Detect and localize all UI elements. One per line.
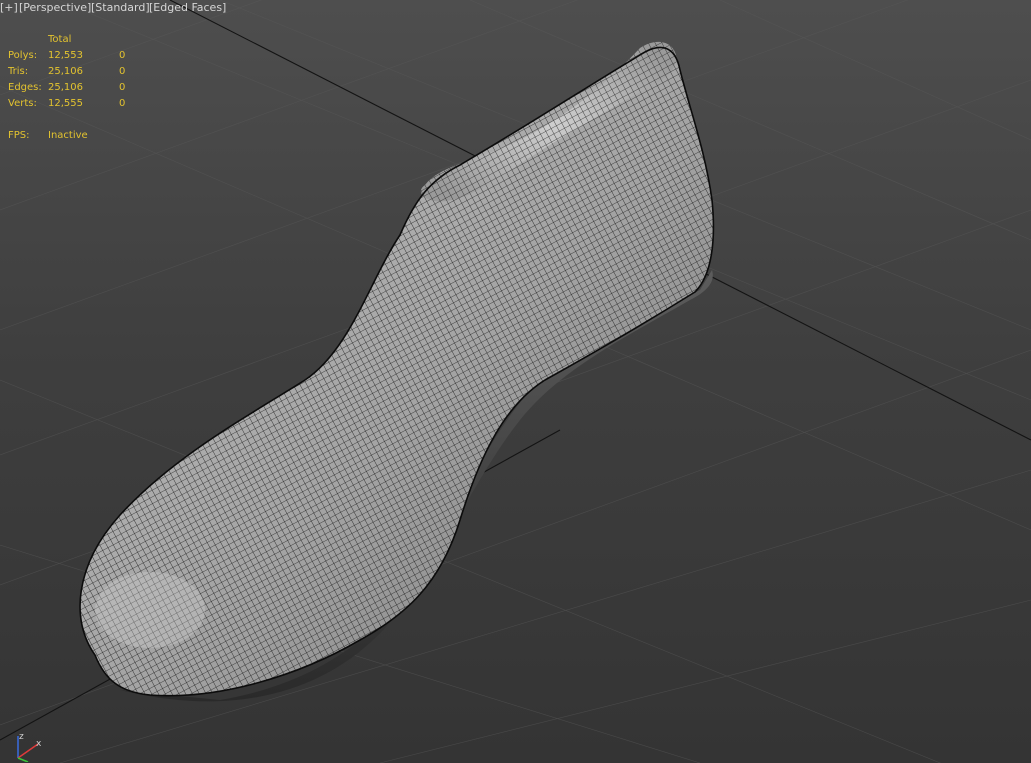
shoe-last-mesh[interactable] [79,41,715,702]
axis-z-label: z [19,732,24,742]
stats-label: Verts: [8,98,37,109]
viewport-general-menu[interactable]: [+] [0,0,18,16]
viewport-view-menu[interactable]: [Perspective] [19,0,91,16]
viewport-display-mode-menu[interactable]: [Edged Faces] [149,0,226,16]
shoe-toe-highlight [95,572,205,648]
fps-label: FPS: [8,130,30,141]
viewport-shading-menu[interactable]: [Standard] [91,0,150,16]
stats-selected-value: 0 [119,82,126,93]
axis-gizmo-icon: z x [17,732,42,762]
stats-total-value: 25,106 [48,66,83,77]
stats-selected-value: 0 [119,50,126,61]
stats-total-header: Total [48,34,72,45]
stats-selected-value: 0 [119,98,126,109]
stats-selected-value: 0 [119,66,126,77]
scene-canvas[interactable] [0,0,1031,763]
axis-x-label: x [36,739,42,749]
stats-label: Polys: [8,50,38,61]
stats-total-value: 12,555 [48,98,83,109]
stats-label: Edges: [8,82,42,93]
stats-total-value: 12,553 [48,50,83,61]
fps-value: Inactive [48,130,88,141]
perspective-viewport[interactable]: [+] [Perspective] [Standard] [Edged Face… [0,0,1031,763]
stats-total-value: 25,106 [48,82,83,93]
stats-label: Tris: [8,66,29,77]
